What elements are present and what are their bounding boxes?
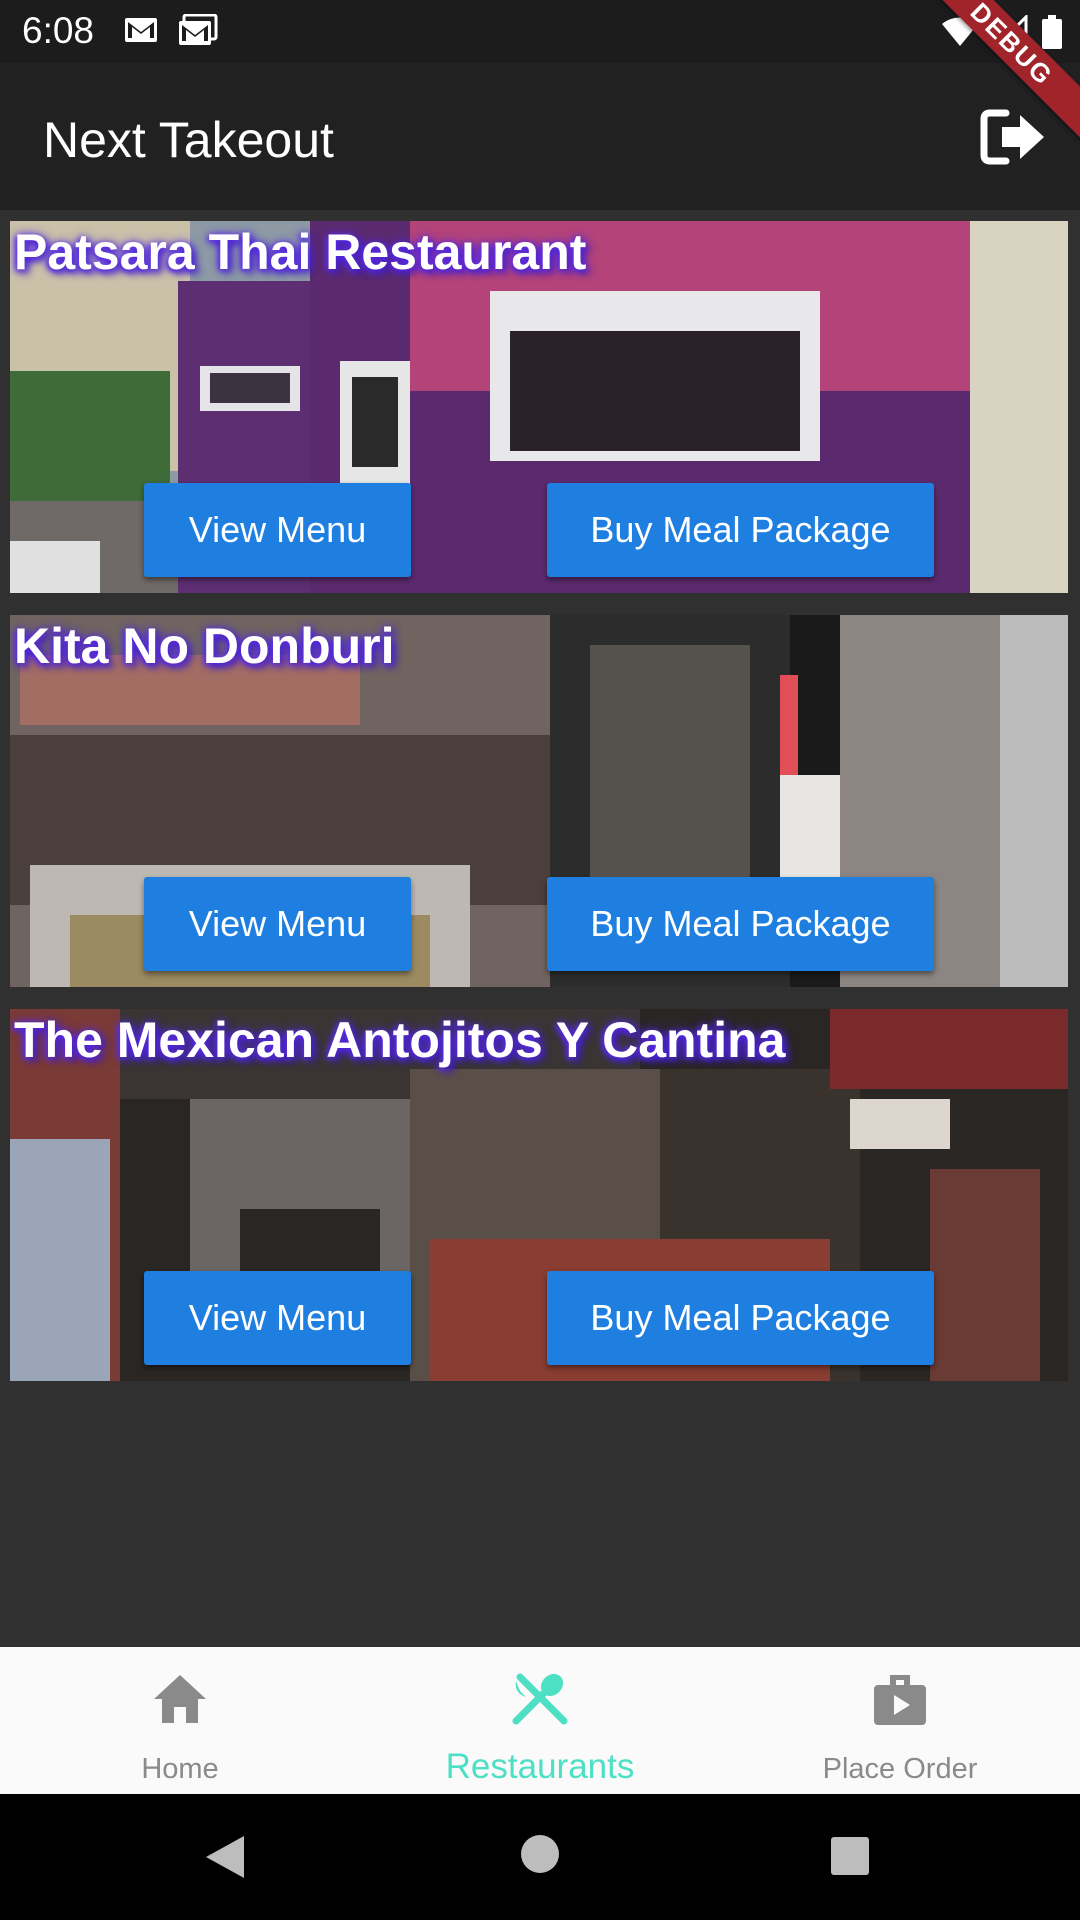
gmail-notification-icon (125, 18, 157, 42)
logout-icon[interactable] (980, 109, 1048, 165)
nav-label: Home (141, 1753, 219, 1785)
bottom-navigation: Home Restaurants Place Order (0, 1647, 1080, 1794)
briefcase-icon (874, 1675, 926, 1725)
view-menu-button[interactable]: View Menu (144, 483, 411, 577)
restaurant-card[interactable]: The Mexican Antojitos Y Cantina View Men… (10, 1009, 1068, 1381)
nav-label: Place Order (822, 1753, 978, 1785)
gmail-notification-icon (179, 14, 218, 45)
recents-icon[interactable] (830, 1836, 870, 1876)
buy-meal-package-button[interactable]: Buy Meal Package (547, 877, 934, 971)
restaurant-name: The Mexican Antojitos Y Cantina (14, 1012, 786, 1068)
view-menu-button[interactable]: View Menu (144, 877, 411, 971)
nav-label: Restaurants (445, 1747, 635, 1786)
battery-icon (1042, 15, 1062, 49)
app-bar: Next Takeout (0, 63, 1080, 210)
restaurant-card[interactable]: Kita No Donburi View Menu Buy Meal Packa… (10, 615, 1068, 987)
restaurant-name: Kita No Donburi (14, 618, 395, 674)
buy-meal-package-button[interactable]: Buy Meal Package (547, 1271, 934, 1365)
back-icon[interactable] (204, 1834, 246, 1880)
view-menu-button[interactable]: View Menu (144, 1271, 411, 1365)
page-title: Next Takeout (43, 112, 334, 168)
home-circle-icon[interactable] (520, 1834, 560, 1874)
restaurant-name: Patsara Thai Restaurant (14, 224, 587, 280)
restaurant-card[interactable]: Patsara Thai Restaurant View Menu Buy Me… (10, 221, 1068, 593)
status-time: 6:08 (22, 10, 95, 51)
restaurant-icon (512, 1673, 568, 1725)
system-navigation-bar (0, 1794, 1080, 1920)
status-bar: 6:08 (0, 0, 1080, 63)
buy-meal-package-button[interactable]: Buy Meal Package (547, 483, 934, 577)
nav-item-place-order[interactable]: Place Order (720, 1647, 1080, 1794)
nav-item-home[interactable]: Home (0, 1647, 360, 1794)
nav-item-restaurants[interactable]: Restaurants (360, 1647, 720, 1794)
home-icon (154, 1675, 206, 1723)
